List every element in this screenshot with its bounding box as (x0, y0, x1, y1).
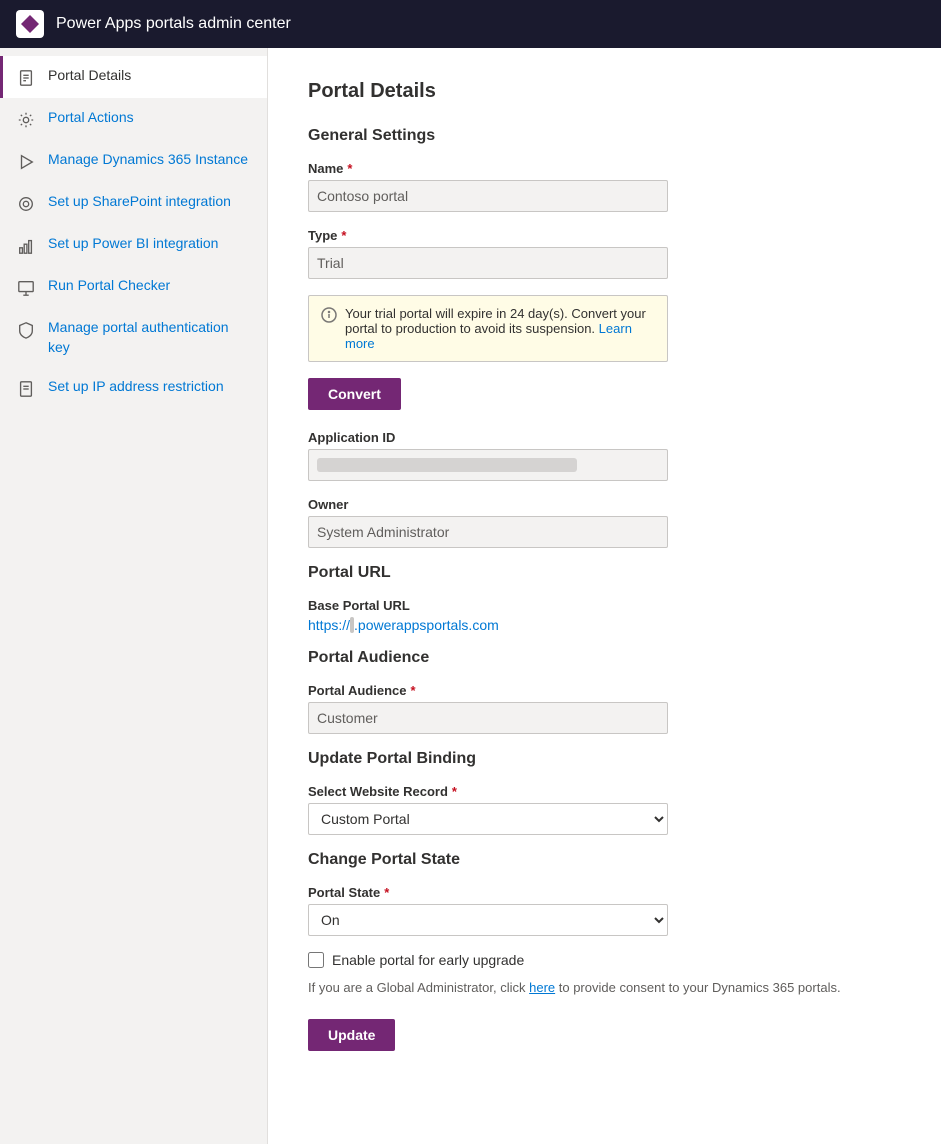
base-portal-url-label: Base Portal URL (308, 598, 901, 613)
website-required: * (452, 784, 457, 799)
sidebar-label-manage-dynamics: Manage Dynamics 365 Instance (48, 150, 248, 170)
sidebar-item-sharepoint[interactable]: Set up SharePoint integration (0, 182, 267, 224)
warning-text: Your trial portal will expire in 24 day(… (345, 306, 655, 351)
audience-required: * (410, 683, 415, 698)
portal-state-label: Portal State * (308, 885, 901, 900)
name-field-group: Name * (308, 161, 901, 212)
name-input[interactable] (308, 180, 668, 212)
type-input (308, 247, 668, 279)
update-button[interactable]: Update (308, 1019, 395, 1051)
sidebar-item-auth-key[interactable]: Manage portal authentication key (0, 308, 267, 367)
name-label: Name * (308, 161, 901, 176)
sidebar-item-portal-actions[interactable]: Portal Actions (0, 98, 267, 140)
appid-blur (317, 458, 577, 472)
monitor-icon (16, 278, 36, 298)
type-required: * (341, 228, 346, 243)
chart-icon (16, 236, 36, 256)
early-upgrade-label: Enable portal for early upgrade (332, 952, 524, 968)
topbar: Power Apps portals admin center (0, 0, 941, 48)
sidebar-label-sharepoint: Set up SharePoint integration (48, 192, 231, 212)
page-title: Portal Details (308, 80, 901, 103)
shield-icon (16, 320, 36, 340)
state-required: * (384, 885, 389, 900)
portal-url-title: Portal URL (308, 564, 901, 582)
info-icon (321, 307, 337, 326)
portal-audience-title: Portal Audience (308, 649, 901, 667)
type-label: Type * (308, 228, 901, 243)
sidebar-item-portal-details[interactable]: Portal Details (0, 56, 267, 98)
portal-url-link[interactable]: https://​​​​​​​​​​​​.powerappsportals.co… (308, 617, 499, 633)
app-logo (16, 10, 44, 38)
owner-field-group: Owner (308, 497, 901, 548)
sidebar-label-portal-actions: Portal Actions (48, 108, 134, 128)
consent-link[interactable]: here (529, 980, 555, 995)
play-icon (16, 152, 36, 172)
sidebar-item-powerbi[interactable]: Set up Power BI integration (0, 224, 267, 266)
app-title: Power Apps portals admin center (56, 15, 291, 33)
document-icon (16, 68, 36, 88)
appid-value (308, 449, 668, 481)
early-upgrade-row: Enable portal for early upgrade (308, 952, 901, 968)
sidebar-label-auth-key: Manage portal authentication key (48, 318, 251, 357)
sidebar-item-portal-checker[interactable]: Run Portal Checker (0, 266, 267, 308)
type-field-group: Type * (308, 228, 901, 279)
owner-input (308, 516, 668, 548)
document2-icon (16, 379, 36, 399)
appid-label: Application ID (308, 430, 901, 445)
portal-state-field-group: Portal State * On Off (308, 885, 901, 936)
owner-label: Owner (308, 497, 901, 512)
sidebar-label-ip-restriction: Set up IP address restriction (48, 377, 224, 397)
general-settings-title: General Settings (308, 127, 901, 145)
layout: Portal Details Portal Actions Manage Dyn… (0, 48, 941, 1144)
sidebar-item-manage-dynamics[interactable]: Manage Dynamics 365 Instance (0, 140, 267, 182)
sidebar-label-portal-details: Portal Details (48, 66, 131, 86)
change-portal-state-title: Change Portal State (308, 851, 901, 869)
portal-state-select[interactable]: On Off (308, 904, 668, 936)
name-required: * (347, 161, 352, 176)
early-upgrade-checkbox[interactable] (308, 952, 324, 968)
portal-audience-field-group: Portal Audience * (308, 683, 901, 734)
sidebar-label-powerbi: Set up Power BI integration (48, 234, 218, 254)
sidebar-label-portal-checker: Run Portal Checker (48, 276, 170, 296)
base-portal-url-group: Base Portal URL https://​​​​​​​​​​​​.pow… (308, 598, 901, 633)
appid-field-group: Application ID (308, 430, 901, 481)
convert-button[interactable]: Convert (308, 378, 401, 410)
sharepoint-icon (16, 194, 36, 214)
settings-icon (16, 110, 36, 130)
update-portal-binding-title: Update Portal Binding (308, 750, 901, 768)
portal-audience-label: Portal Audience * (308, 683, 901, 698)
trial-warning-banner: Your trial portal will expire in 24 day(… (308, 295, 668, 362)
website-record-label: Select Website Record * (308, 784, 901, 799)
footer-note: If you are a Global Administrator, click… (308, 980, 901, 995)
website-record-field-group: Select Website Record * Custom Portal Op… (308, 784, 901, 835)
portal-audience-input (308, 702, 668, 734)
main-content: Portal Details General Settings Name * T… (268, 48, 941, 1144)
sidebar-item-ip-restriction[interactable]: Set up IP address restriction (0, 367, 267, 409)
website-record-select[interactable]: Custom Portal Option 2 (308, 803, 668, 835)
sidebar: Portal Details Portal Actions Manage Dyn… (0, 48, 268, 1144)
